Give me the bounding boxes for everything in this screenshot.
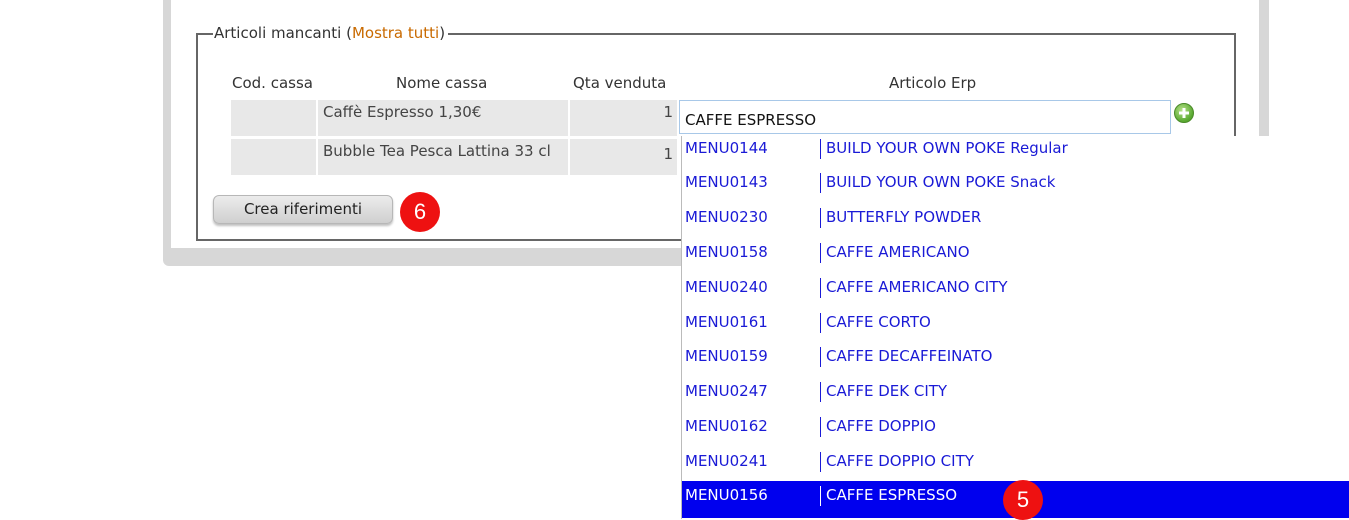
paren-close: ) — [439, 24, 446, 42]
item-separator — [820, 208, 821, 228]
item-name: CAFFE CORTO — [826, 313, 931, 331]
item-name: CAFFE AMERICANO CITY — [826, 278, 1008, 296]
dropdown-item[interactable]: MENU0247 CAFFE DEK CITY — [682, 380, 1349, 414]
add-icon[interactable] — [1174, 103, 1194, 123]
item-name: CAFFE DOPPIO CITY — [826, 452, 974, 470]
dropdown-item[interactable]: MENU0144 BUILD YOUR OWN POKE Regular — [682, 137, 1349, 171]
item-code: MENU0247 — [685, 382, 768, 400]
row2-qta-venduta: 1 — [570, 139, 677, 175]
header-nome-cassa: Nome cassa — [396, 74, 488, 92]
item-code: MENU0241 — [685, 452, 768, 470]
header-articolo-erp: Articolo Erp — [889, 74, 977, 92]
item-name: BUILD YOUR OWN POKE Snack — [826, 173, 1056, 191]
header-cod-cassa: Cod. cassa — [232, 74, 313, 92]
erp-article-input[interactable] — [679, 100, 1171, 134]
erp-autocomplete-dropdown: MENU0144 BUILD YOUR OWN POKE Regular MENU… — [681, 136, 1349, 519]
row1-cod-cassa — [231, 100, 316, 136]
section-title: Articoli mancanti — [214, 24, 342, 42]
step-badge-6: 6 — [400, 192, 440, 232]
row1-nome-cassa: Caffè Espresso 1,30€ — [318, 100, 568, 136]
dropdown-item[interactable]: MENU0230 BUTTERFLY POWDER — [682, 206, 1349, 240]
item-name: BUTTERFLY POWDER — [826, 208, 982, 226]
item-separator — [820, 382, 821, 402]
item-code: MENU0144 — [685, 139, 768, 157]
item-code: MENU0158 — [685, 243, 768, 261]
item-code: MENU0159 — [685, 347, 768, 365]
item-name: CAFFE AMERICANO — [826, 243, 970, 261]
item-code: MENU0156 — [685, 486, 768, 504]
item-separator — [820, 486, 821, 506]
create-references-button[interactable]: Crea riferimenti — [213, 195, 393, 224]
item-separator — [820, 347, 821, 367]
header-qta-venduta: Qta venduta — [573, 74, 667, 92]
row2-cod-cassa — [231, 139, 316, 175]
item-code: MENU0230 — [685, 208, 768, 226]
dropdown-item[interactable]: MENU0158 CAFFE AMERICANO — [682, 241, 1349, 275]
dropdown-item[interactable]: MENU0240 CAFFE AMERICANO CITY — [682, 276, 1349, 310]
dropdown-item[interactable]: MENU0161 CAFFE CORTO — [682, 311, 1349, 345]
item-name: CAFFE DECAFFEINATO — [826, 347, 993, 365]
item-separator — [820, 417, 821, 437]
dropdown-item[interactable]: MENU0159 CAFFE DECAFFEINATO — [682, 345, 1349, 379]
item-code: MENU0161 — [685, 313, 768, 331]
item-separator — [820, 452, 821, 472]
item-separator — [820, 243, 821, 263]
item-code: MENU0162 — [685, 417, 768, 435]
item-separator — [820, 278, 821, 298]
item-name: BUILD YOUR OWN POKE Regular — [826, 139, 1068, 157]
dropdown-item[interactable]: MENU0162 CAFFE DOPPIO — [682, 415, 1349, 449]
row1-qta-venduta: 1 — [570, 100, 677, 136]
show-all-link[interactable]: Mostra tutti — [352, 24, 439, 42]
item-separator — [820, 313, 821, 333]
step-badge-5: 5 — [1003, 480, 1043, 520]
item-code: MENU0240 — [685, 278, 768, 296]
row2-nome-cassa: Bubble Tea Pesca Lattina 33 cl — [318, 139, 568, 175]
item-separator — [820, 173, 821, 193]
item-code: MENU0143 — [685, 173, 768, 191]
item-name: CAFFE ESPRESSO — [826, 486, 958, 504]
item-separator — [820, 139, 821, 159]
item-name: CAFFE DOPPIO — [826, 417, 936, 435]
dropdown-item[interactable]: MENU0241 CAFFE DOPPIO CITY — [682, 450, 1349, 484]
item-name: CAFFE DEK CITY — [826, 382, 948, 400]
fieldset-legend: Articoli mancanti (Mostra tutti) — [213, 22, 449, 44]
dropdown-item[interactable]: MENU0143 BUILD YOUR OWN POKE Snack — [682, 171, 1349, 205]
